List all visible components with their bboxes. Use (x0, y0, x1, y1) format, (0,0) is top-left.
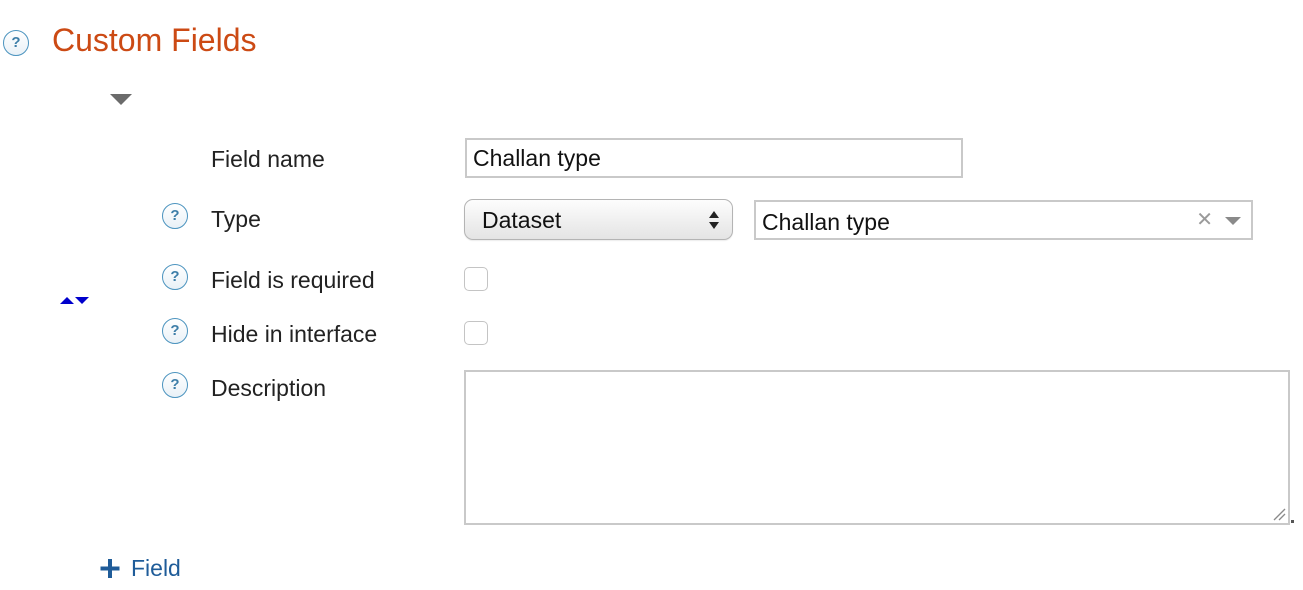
dataset-select-value: Challan type (762, 209, 890, 235)
hide-help-icon[interactable]: ? (162, 318, 188, 344)
add-field-link[interactable]: Field (99, 553, 181, 583)
hide-label: Hide in interface (211, 321, 378, 347)
description-label: Description (211, 375, 327, 401)
type-label: Type (211, 206, 261, 232)
clear-selection-icon[interactable]: ✕ (1196, 210, 1213, 230)
type-help-icon[interactable]: ? (162, 203, 188, 229)
required-checkbox[interactable] (464, 267, 488, 291)
sort-up-down-icon (60, 297, 89, 304)
field-name-input[interactable] (465, 138, 963, 178)
chevron-down-icon[interactable] (1225, 217, 1241, 225)
type-select[interactable]: Dataset (464, 199, 733, 240)
description-help-icon[interactable]: ? (162, 372, 188, 398)
hide-checkbox[interactable] (464, 321, 488, 345)
resize-grip-icon[interactable] (1272, 507, 1286, 521)
custom-fields-help-icon[interactable]: ? (3, 30, 29, 56)
add-field-label: Field (131, 555, 181, 581)
field-name-label: Field name (211, 146, 325, 172)
required-help-icon[interactable]: ? (162, 264, 188, 290)
reorder-handle[interactable] (60, 292, 90, 304)
page-title: Custom Fields (52, 22, 257, 58)
type-select-value: Dataset (482, 207, 562, 233)
plus-icon (99, 553, 121, 583)
trailing-dot (1291, 520, 1294, 523)
select-updown-icon (709, 211, 719, 229)
dataset-select[interactable]: Challan type ✕ (754, 200, 1253, 240)
description-textarea[interactable] (464, 370, 1290, 525)
collapse-triangle-icon[interactable] (110, 94, 132, 105)
required-label: Field is required (211, 267, 375, 293)
